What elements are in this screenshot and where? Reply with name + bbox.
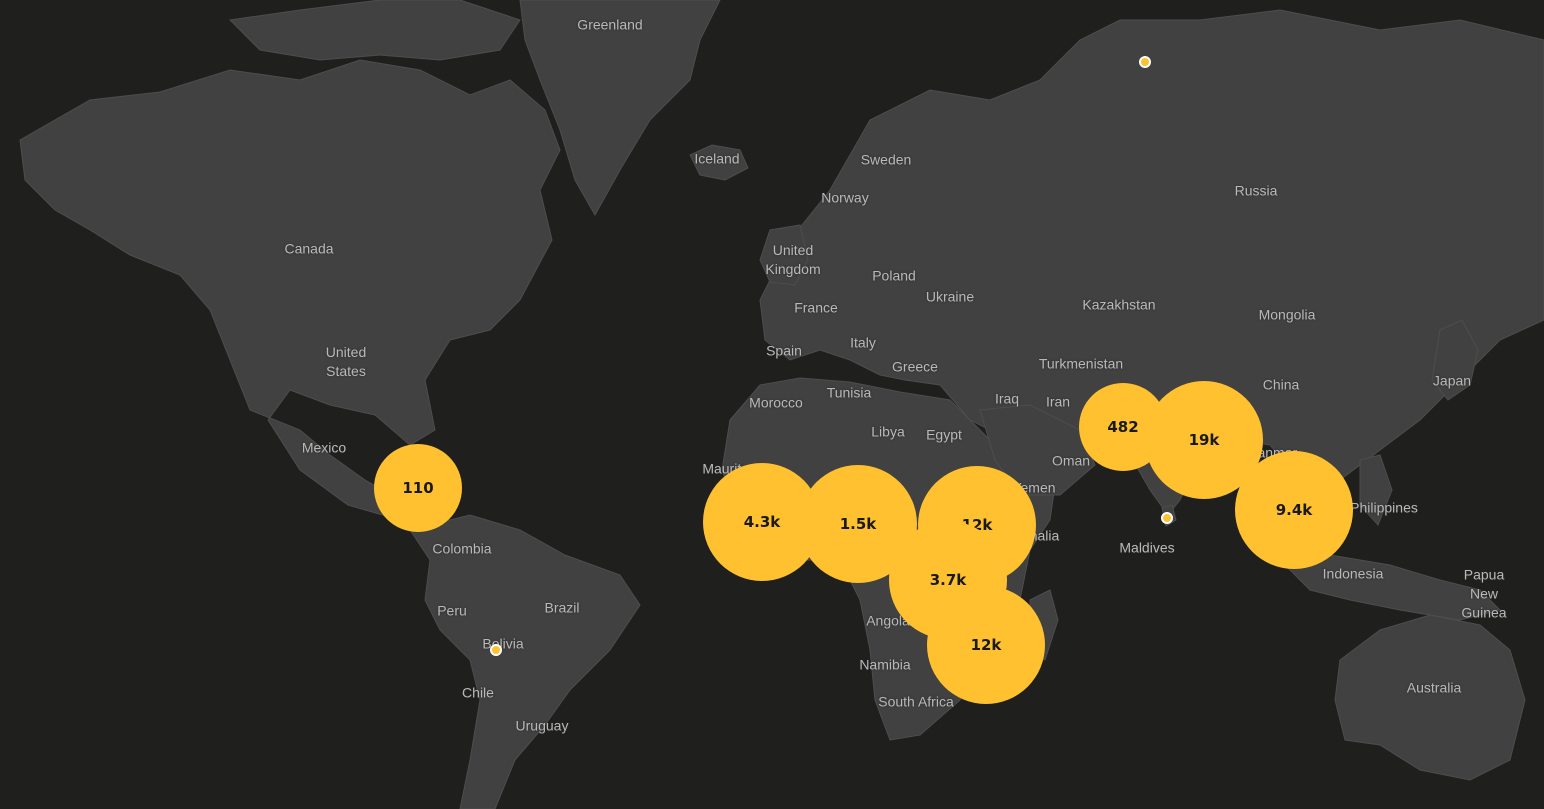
map-base-layer [19, 0, 1544, 809]
landmass-australia [1334, 614, 1526, 781]
landmass-north-america [19, 59, 561, 537]
point-marker-sri-lanka[interactable] [1161, 512, 1173, 524]
landmass-philippines [1359, 454, 1393, 526]
landmass-iceland [689, 144, 749, 181]
landmass-arctic-islands [228, 0, 521, 61]
cluster-marker-southeast-asia[interactable]: 9.4k [1235, 451, 1353, 569]
landmass-greenland [519, 0, 721, 217]
landmass-south-america [409, 514, 641, 809]
world-map[interactable]: Greenland Iceland Sweden Norway Russia Canada… [0, 0, 1544, 809]
cluster-marker-central-america[interactable]: 110 [374, 444, 462, 532]
point-marker-russia-north[interactable] [1139, 56, 1151, 68]
cluster-marker-southern-africa[interactable]: 12k [927, 586, 1045, 704]
point-marker-bolivia[interactable] [490, 644, 502, 656]
